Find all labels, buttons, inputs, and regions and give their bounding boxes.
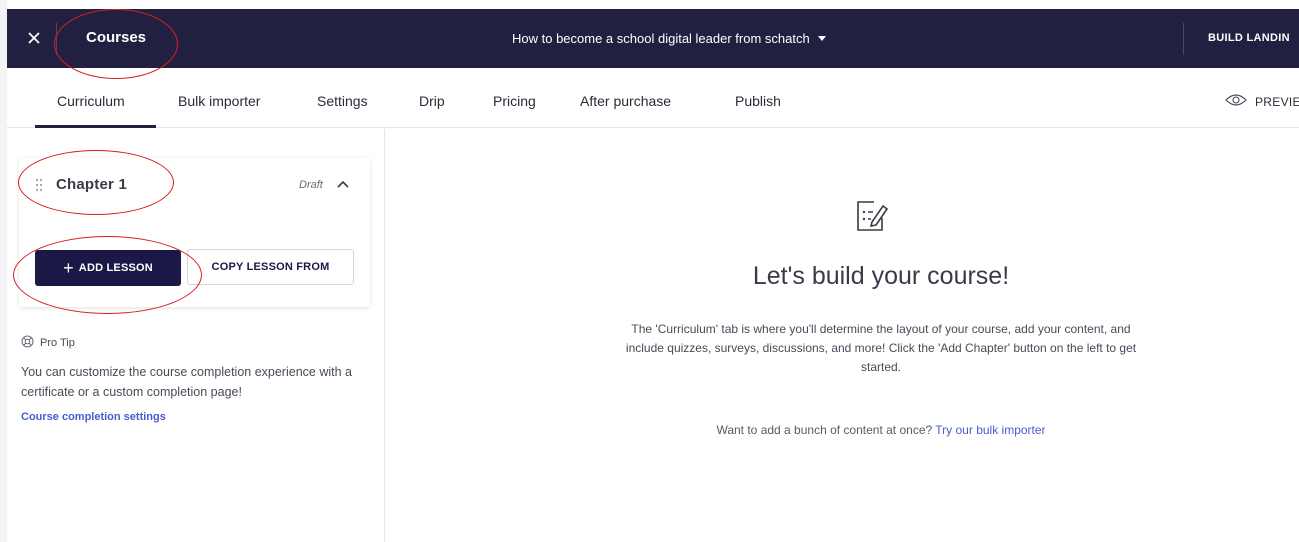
edit-note-icon — [854, 198, 890, 234]
left-edge-strip — [0, 0, 7, 542]
preview-button[interactable]: PREVIE — [1225, 93, 1299, 110]
eye-icon — [1225, 93, 1247, 110]
add-lesson-label: ADD LESSON — [78, 262, 153, 274]
curriculum-sidebar: Chapter 1 Draft + ADD LESSON COPY LESSON… — [7, 129, 385, 542]
tab-settings[interactable]: Settings — [317, 93, 368, 109]
chevron-up-icon[interactable] — [336, 177, 350, 191]
top-bar: Courses How to become a school digital l… — [7, 9, 1299, 68]
pro-tip-header: Pro Tip — [21, 335, 75, 351]
plus-icon: + — [63, 258, 74, 278]
top-bar-divider — [56, 23, 57, 55]
tab-drip[interactable]: Drip — [419, 93, 445, 109]
course-selector[interactable]: How to become a school digital leader fr… — [512, 31, 826, 46]
bulk-import-text: Want to add a bunch of content at once? — [716, 423, 933, 437]
drag-handle-icon[interactable] — [35, 178, 43, 192]
caret-down-icon — [817, 36, 826, 41]
bulk-import-prompt: Want to add a bunch of content at once? … — [386, 423, 1299, 437]
add-lesson-button[interactable]: + ADD LESSON — [35, 250, 181, 286]
top-bar-divider-right — [1183, 23, 1184, 55]
tab-after-purchase[interactable]: After purchase — [580, 93, 671, 109]
chapter-title[interactable]: Chapter 1 — [56, 176, 127, 193]
chapter-card: Chapter 1 Draft + ADD LESSON COPY LESSON… — [19, 158, 370, 307]
tab-bulk-importer[interactable]: Bulk importer — [178, 93, 260, 109]
build-landing-button[interactable]: BUILD LANDIN — [1208, 32, 1290, 44]
tab-curriculum[interactable]: Curriculum — [57, 93, 125, 109]
tab-publish[interactable]: Publish — [735, 93, 781, 109]
page-title[interactable]: Courses — [86, 29, 146, 46]
tab-pricing[interactable]: Pricing — [493, 93, 536, 109]
course-completion-settings-link[interactable]: Course completion settings — [21, 411, 166, 423]
course-name: How to become a school digital leader fr… — [512, 31, 810, 46]
copy-lesson-button[interactable]: COPY LESSON FROM — [187, 249, 354, 285]
bulk-importer-link[interactable]: Try our bulk importer — [935, 423, 1045, 437]
empty-state-heading: Let's build your course! — [752, 262, 1010, 290]
main-content: Let's build your course! The 'Curriculum… — [386, 129, 1299, 542]
preview-label: PREVIE — [1255, 94, 1299, 109]
active-tab-indicator — [35, 125, 156, 128]
tab-bar: Curriculum Bulk importer Settings Drip P… — [7, 68, 1299, 128]
pro-tip-text: You can customize the course completion … — [21, 365, 352, 399]
lifebuoy-icon — [21, 335, 34, 351]
pro-tip-label: Pro Tip — [40, 337, 75, 349]
empty-state-description: The 'Curriculum' tab is where you'll det… — [625, 322, 1137, 374]
status-badge: Draft — [299, 179, 323, 191]
close-icon[interactable] — [22, 26, 46, 50]
